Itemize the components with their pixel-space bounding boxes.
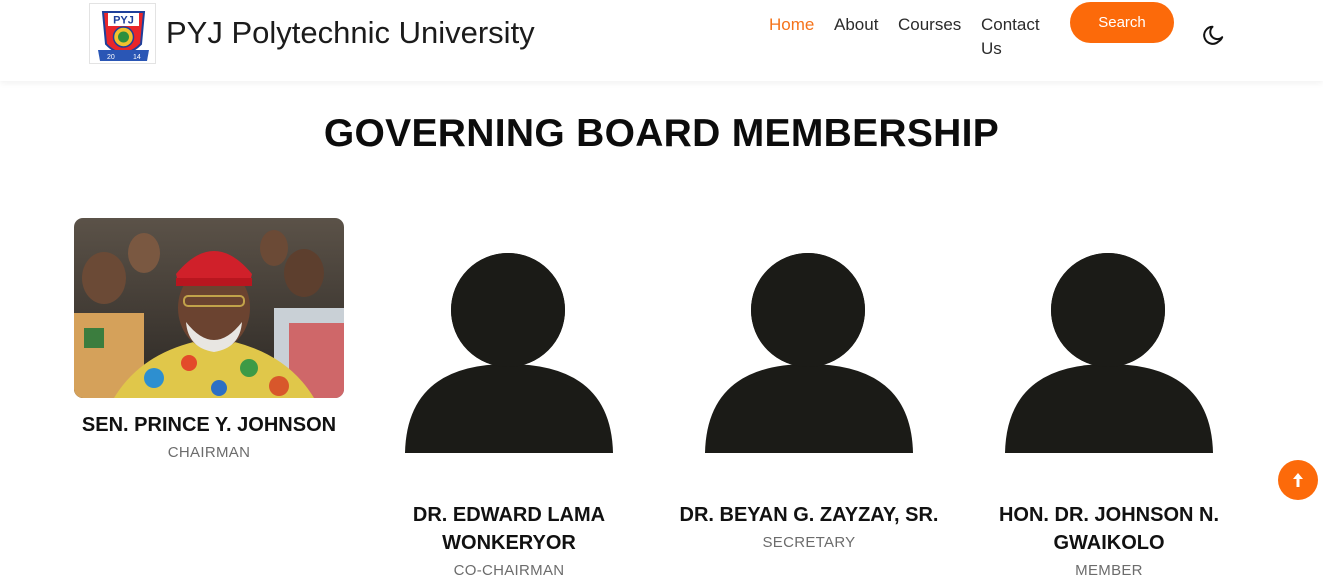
svg-text:PYJ: PYJ (113, 15, 134, 27)
university-logo[interactable]: PYJ 20 14 (89, 3, 156, 64)
university-crest-logo: PYJ 20 14 (98, 11, 149, 61)
member-name: DR. EDWARD LAMA WONKERYOR (412, 504, 606, 554)
brand-name[interactable]: PYJ Polytechnic University (166, 15, 535, 51)
member-role: SECRETARY (762, 534, 856, 551)
user-silhouette-icon (405, 252, 613, 453)
nav-about[interactable]: About (834, 13, 878, 37)
chairman-photo (74, 218, 344, 398)
arrow-up-icon (1293, 473, 1303, 487)
page-title: GOVERNING BOARD MEMBERSHIP (323, 112, 1000, 155)
moon-icon (1203, 25, 1224, 45)
nav-courses[interactable]: Courses (898, 13, 961, 37)
user-silhouette-icon (705, 252, 913, 453)
nav-contact-us[interactable]: Contact Us (981, 13, 1047, 61)
search-button[interactable]: Search (1070, 2, 1174, 43)
member-name: DR. BEYAN G. ZAYZAY, SR. (679, 504, 939, 526)
back-to-top-button[interactable] (1278, 460, 1318, 500)
member-photo (74, 218, 344, 398)
svg-text:20: 20 (107, 54, 115, 61)
member-role: CO-CHAIRMAN (453, 562, 565, 579)
member-name: SEN. PRINCE Y. JOHNSON (81, 414, 337, 436)
theme-toggle[interactable] (1200, 21, 1228, 49)
member-role: MEMBER (1075, 562, 1143, 579)
nav-home[interactable]: Home (769, 13, 814, 37)
member-name: HON. DR. JOHNSON N. GWAIKOLO (998, 504, 1220, 554)
member-role: CHAIRMAN (167, 444, 251, 461)
svg-text:14: 14 (133, 54, 141, 61)
navbar: PYJ 20 14 PYJ Polytechnic University Hom… (0, 0, 1323, 81)
user-silhouette-icon (1005, 252, 1213, 453)
